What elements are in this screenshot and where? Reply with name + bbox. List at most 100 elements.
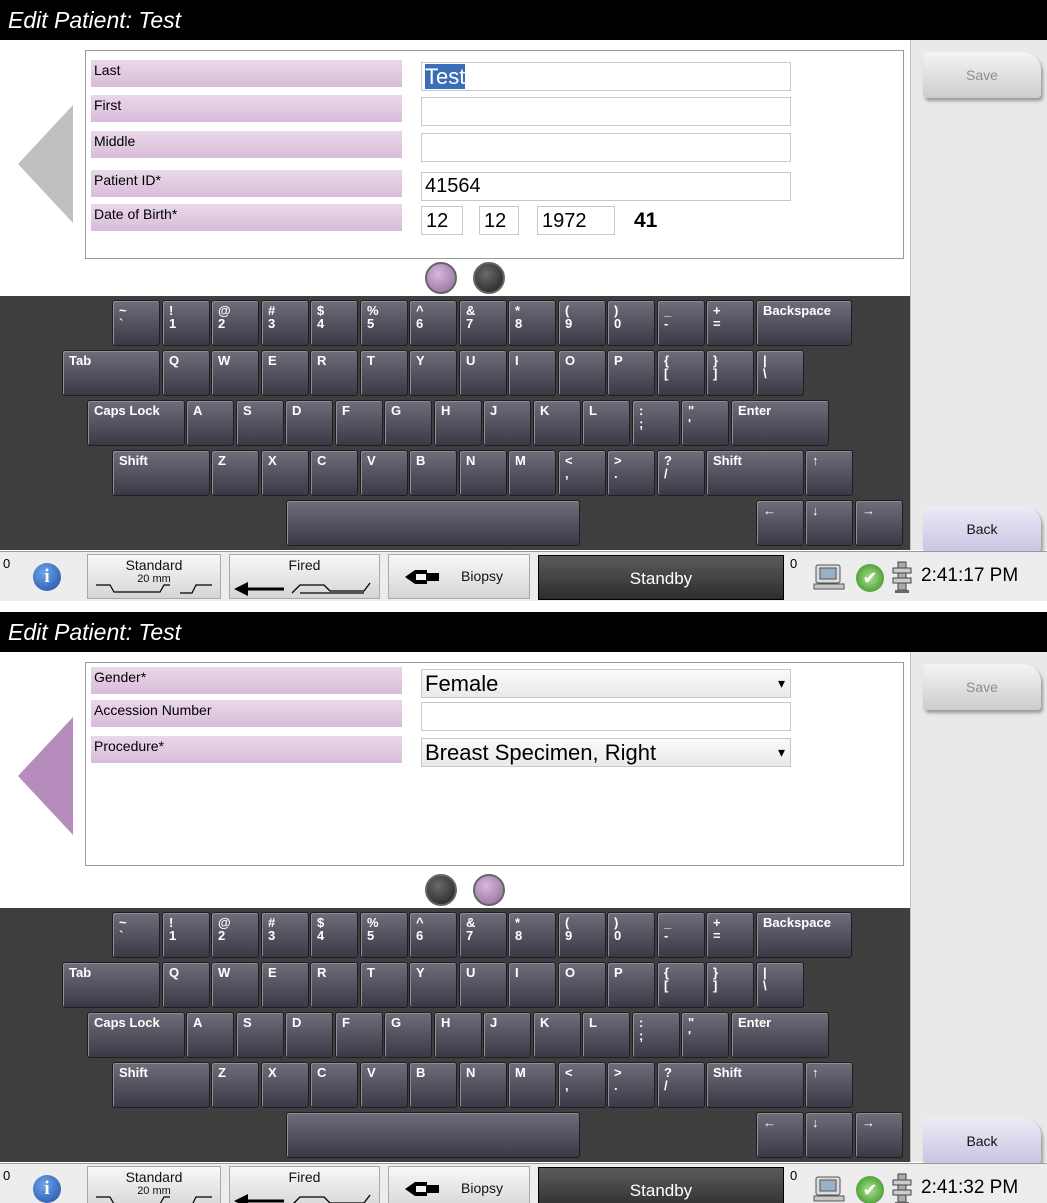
first-name-input[interactable]	[421, 97, 791, 126]
key-space[interactable]	[286, 500, 580, 546]
key-1[interactable]: ! 1	[162, 912, 210, 958]
key-symbol[interactable]: →	[855, 500, 903, 546]
key-g[interactable]: G	[384, 400, 432, 446]
compression-mode-button[interactable]: Standard 20 mm	[87, 1166, 221, 1203]
key-symbol[interactable]: ↑	[805, 450, 853, 496]
key-c[interactable]: C	[310, 450, 358, 496]
key-backspace[interactable]: Backspace	[756, 912, 852, 958]
key-symbol[interactable]: : ;	[632, 1012, 680, 1058]
key-symbol[interactable]: _ -	[657, 300, 705, 346]
key-0[interactable]: ) 0	[607, 300, 655, 346]
back-button[interactable]: Back	[923, 506, 1041, 552]
key-j[interactable]: J	[483, 400, 531, 446]
back-button[interactable]: Back	[923, 1118, 1041, 1164]
key-h[interactable]: H	[434, 400, 482, 446]
key-a[interactable]: A	[186, 1012, 234, 1058]
key-3[interactable]: # 3	[261, 300, 309, 346]
key-b[interactable]: B	[409, 1062, 457, 1108]
key-k[interactable]: K	[533, 1012, 581, 1058]
key-2[interactable]: @ 2	[211, 300, 259, 346]
info-icon[interactable]: i	[33, 563, 61, 591]
key-7[interactable]: & 7	[459, 912, 507, 958]
key-3[interactable]: # 3	[261, 912, 309, 958]
key-symbol[interactable]: ←	[756, 500, 804, 546]
key-symbol[interactable]: | \	[756, 350, 804, 396]
key-7[interactable]: & 7	[459, 300, 507, 346]
key-shift[interactable]: Shift	[706, 450, 804, 496]
key-k[interactable]: K	[533, 400, 581, 446]
key-5[interactable]: % 5	[360, 300, 408, 346]
save-button[interactable]: Save	[923, 52, 1041, 98]
patient-id-input[interactable]: 41564	[421, 172, 791, 201]
dob-day-input[interactable]: 12	[479, 206, 519, 235]
page-dot-2[interactable]	[473, 262, 505, 294]
compression-mode-button[interactable]: Standard 20 mm	[87, 554, 221, 599]
key-shift[interactable]: Shift	[112, 1062, 210, 1108]
procedure-select[interactable]: Breast Specimen, Right ▾	[421, 738, 791, 767]
key-j[interactable]: J	[483, 1012, 531, 1058]
key-symbol[interactable]: ? /	[657, 450, 705, 496]
key-symbol[interactable]: { [	[657, 350, 705, 396]
procedure-mode-button[interactable]: Biopsy	[388, 1166, 530, 1203]
key-o[interactable]: O	[558, 350, 606, 396]
key-6[interactable]: ^ 6	[409, 912, 457, 958]
key-r[interactable]: R	[310, 350, 358, 396]
key-t[interactable]: T	[360, 350, 408, 396]
key-w[interactable]: W	[211, 350, 259, 396]
key-v[interactable]: V	[360, 450, 408, 496]
key-symbol[interactable]: < ,	[558, 1062, 606, 1108]
key-8[interactable]: * 8	[508, 300, 556, 346]
prev-page-arrow[interactable]	[18, 717, 73, 835]
key-n[interactable]: N	[459, 1062, 507, 1108]
gantry-icon[interactable]	[891, 1172, 913, 1203]
key-m[interactable]: M	[508, 1062, 556, 1108]
key-s[interactable]: S	[236, 400, 284, 446]
key-w[interactable]: W	[211, 962, 259, 1008]
gantry-icon[interactable]	[891, 560, 913, 594]
key-shift[interactable]: Shift	[112, 450, 210, 496]
prev-page-arrow[interactable]	[18, 105, 73, 223]
gender-select[interactable]: Female ▾	[421, 669, 791, 698]
key-symbol[interactable]: > .	[607, 1062, 655, 1108]
key-symbol[interactable]: ↓	[805, 1112, 853, 1158]
key-caps-lock[interactable]: Caps Lock	[87, 400, 185, 446]
key-symbol[interactable]: > .	[607, 450, 655, 496]
last-name-input[interactable]: Test	[421, 62, 791, 91]
key-y[interactable]: Y	[409, 962, 457, 1008]
key-p[interactable]: P	[607, 350, 655, 396]
key-space[interactable]: ~ `	[112, 300, 160, 346]
key-caps-lock[interactable]: Caps Lock	[87, 1012, 185, 1058]
page-dot-2[interactable]	[473, 874, 505, 906]
key-i[interactable]: I	[508, 350, 556, 396]
fire-state-button[interactable]: Fired	[229, 554, 380, 599]
key-symbol[interactable]: " '	[681, 400, 729, 446]
key-m[interactable]: M	[508, 450, 556, 496]
key-9[interactable]: ( 9	[558, 912, 606, 958]
key-enter[interactable]: Enter	[731, 1012, 829, 1058]
key-4[interactable]: $ 4	[310, 912, 358, 958]
key-tab[interactable]: Tab	[62, 350, 160, 396]
key-s[interactable]: S	[236, 1012, 284, 1058]
key-e[interactable]: E	[261, 962, 309, 1008]
info-icon[interactable]: i	[33, 1175, 61, 1203]
dob-year-input[interactable]: 1972	[537, 206, 615, 235]
key-symbol[interactable]: < ,	[558, 450, 606, 496]
key-symbol[interactable]: ↓	[805, 500, 853, 546]
key-symbol[interactable]: →	[855, 1112, 903, 1158]
computer-icon[interactable]	[812, 562, 846, 592]
key-y[interactable]: Y	[409, 350, 457, 396]
key-z[interactable]: Z	[211, 450, 259, 496]
key-shift[interactable]: Shift	[706, 1062, 804, 1108]
key-backspace[interactable]: Backspace	[756, 300, 852, 346]
computer-icon[interactable]	[812, 1174, 846, 1203]
key-d[interactable]: D	[285, 1012, 333, 1058]
key-p[interactable]: P	[607, 962, 655, 1008]
key-f[interactable]: F	[335, 400, 383, 446]
key-q[interactable]: Q	[162, 350, 210, 396]
key-e[interactable]: E	[261, 350, 309, 396]
key-symbol[interactable]: ? /	[657, 1062, 705, 1108]
middle-name-input[interactable]	[421, 133, 791, 162]
fire-state-button[interactable]: Fired	[229, 1166, 380, 1203]
accession-number-input[interactable]	[421, 702, 791, 731]
key-9[interactable]: ( 9	[558, 300, 606, 346]
